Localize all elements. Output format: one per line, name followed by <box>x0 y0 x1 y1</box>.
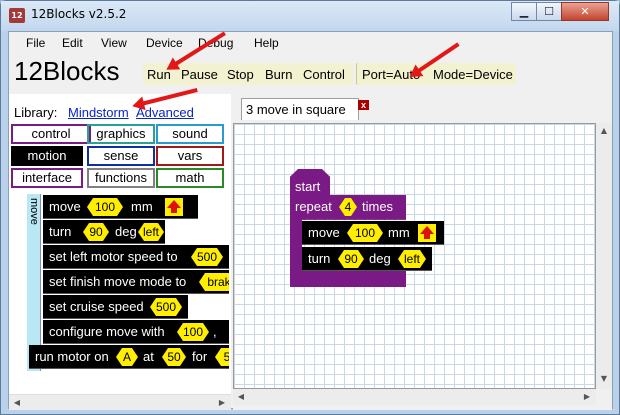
block-unit: deg <box>369 251 391 266</box>
block-unit: mm <box>131 199 153 214</box>
scroll-left-icon[interactable]: ◀ <box>235 391 247 403</box>
library-link-mindstorm[interactable]: Mindstorm <box>68 105 129 120</box>
value-slot[interactable]: 100 <box>347 224 383 242</box>
tab-close-icon[interactable]: x <box>358 100 369 110</box>
block-unit: deg <box>115 224 137 239</box>
block-label: set finish move mode to <box>49 274 187 289</box>
burn-button[interactable]: Burn <box>265 67 292 82</box>
control-button[interactable]: Control <box>303 67 345 82</box>
program-block-move[interactable]: move 100 mm <box>302 221 444 245</box>
palette-horizontal-scrollbar[interactable]: ◀ ▶ <box>9 394 231 410</box>
app-window: 12 12Blocks v2.5.2 ▁ ☐ ✕ File Edit View … <box>0 0 620 415</box>
palette-block-set-cruise-speed[interactable]: set cruise speed 500 <box>43 295 188 319</box>
stop-button[interactable]: Stop <box>227 67 254 82</box>
value-slot[interactable]: 90 <box>83 223 109 241</box>
palette-block-move[interactable]: move 100 mm <box>43 195 198 219</box>
direction-slot[interactable]: left <box>398 250 426 268</box>
editor-tabs: 3 move in square x <box>233 94 612 122</box>
duration-slot[interactable]: 5 <box>215 348 229 366</box>
device-toolbar: Port=Auto Mode=Device <box>356 63 516 85</box>
port-slot[interactable]: A <box>116 348 138 366</box>
block-label: run motor on <box>35 349 109 364</box>
scroll-up-icon[interactable]: ▲ <box>598 125 610 137</box>
editor-panel: 3 move in square x start repeat 4 times … <box>233 94 612 410</box>
category-math[interactable]: math <box>156 168 224 188</box>
category-vars[interactable]: vars <box>156 146 224 166</box>
menu-help[interactable]: Help <box>254 36 279 50</box>
palette-block-configure-move[interactable]: configure move with 100 , <box>43 320 229 344</box>
canvas-vertical-scrollbar[interactable]: ▲ ▼ <box>596 123 612 389</box>
value-slot[interactable]: 500 <box>191 248 223 266</box>
scroll-right-icon[interactable]: ▶ <box>581 391 593 403</box>
block-label-for: for <box>192 349 208 364</box>
block-label: turn <box>49 224 72 239</box>
minimize-icon: ▁ <box>519 5 529 18</box>
palette-block-turn[interactable]: turn 90 deg left <box>43 220 165 244</box>
close-button[interactable]: ✕ <box>561 2 609 21</box>
start-block[interactable]: start <box>290 169 330 195</box>
category-interface[interactable]: interface <box>11 168 83 188</box>
block-label: turn <box>308 251 331 266</box>
palette-block-set-finish-move-mode[interactable]: set finish move mode to brak <box>43 270 229 294</box>
main-client: File Edit View Device Debug Help 12Block… <box>8 31 613 410</box>
tab-label: 3 move in square <box>246 102 346 117</box>
category-functions[interactable]: functions <box>87 168 155 188</box>
maximize-icon: ☐ <box>544 5 554 18</box>
repeat-suffix: times <box>362 199 394 214</box>
scroll-right-icon[interactable]: ▶ <box>216 397 228 409</box>
scroll-left-icon[interactable]: ◀ <box>11 397 23 409</box>
block-label: move <box>49 199 81 214</box>
category-motion[interactable]: motion <box>11 146 83 166</box>
mode-selector[interactable]: Mode=Device <box>433 67 513 82</box>
maximize-button[interactable]: ☐ <box>536 2 562 21</box>
program-block-turn[interactable]: turn 90 deg left <box>302 247 432 271</box>
toolbar: 12Blocks Run Pause Stop Burn Control Por… <box>9 54 612 94</box>
group-tab-label: move <box>28 198 40 225</box>
value-slot[interactable]: 500 <box>150 298 182 316</box>
tab-3-move-in-square[interactable]: 3 move in square x <box>241 98 369 120</box>
close-icon: ✕ <box>580 5 590 18</box>
palette-block-set-left-motor-speed[interactable]: set left motor speed to 500 <box>43 245 229 269</box>
library-label: Library: <box>14 105 58 120</box>
app-icon: 12 <box>9 8 25 23</box>
direction-slot[interactable]: left <box>138 223 164 241</box>
block-separator: , <box>213 324 217 339</box>
block-label: configure move with <box>49 324 165 339</box>
block-label: set cruise speed <box>49 299 144 314</box>
mode-slot[interactable]: brak <box>199 273 229 291</box>
value-slot[interactable]: 90 <box>338 250 364 268</box>
repeat-count-slot[interactable]: 4 <box>339 198 357 216</box>
category-sense[interactable]: sense <box>87 146 155 166</box>
menu-file[interactable]: File <box>26 36 45 50</box>
block-unit: mm <box>388 225 410 240</box>
library-panel: Library: Mindstorm Advanced control grap… <box>9 94 231 410</box>
menu-edit[interactable]: Edit <box>62 36 83 50</box>
category-sound[interactable]: sound <box>156 124 224 144</box>
minimize-button[interactable]: ▁ <box>511 2 537 21</box>
window-title: 12Blocks v2.5.2 <box>31 7 127 21</box>
category-graphics[interactable]: graphics <box>87 124 155 144</box>
value-slot[interactable]: 100 <box>87 198 123 216</box>
block-label: move <box>308 225 340 240</box>
brand-logo: 12Blocks <box>14 56 120 86</box>
palette-block-run-motor[interactable]: run motor on A at 50 for 5 <box>29 345 229 369</box>
scroll-down-icon[interactable]: ▼ <box>598 373 610 385</box>
canvas-horizontal-scrollbar[interactable]: ◀ ▶ <box>233 389 596 405</box>
menu-view[interactable]: View <box>101 36 127 50</box>
arrow-up-icon[interactable] <box>418 224 436 242</box>
menu-device[interactable]: Device <box>146 36 183 50</box>
block-label-at: at <box>143 349 154 364</box>
program-canvas[interactable]: start repeat 4 times move 100 mm turn 90… <box>233 123 596 389</box>
block-label: set left motor speed to <box>49 249 178 264</box>
start-label: start <box>295 179 321 194</box>
pause-button[interactable]: Pause <box>181 67 218 82</box>
title-bar[interactable]: 12 12Blocks v2.5.2 ▁ ☐ ✕ <box>1 1 619 31</box>
category-control[interactable]: control <box>11 124 91 144</box>
value-slot[interactable]: 100 <box>177 323 209 341</box>
speed-slot[interactable]: 50 <box>162 348 186 366</box>
arrow-up-icon[interactable] <box>165 198 183 216</box>
menu-bar: File Edit View Device Debug Help <box>9 32 612 54</box>
repeat-label: repeat <box>295 199 332 214</box>
